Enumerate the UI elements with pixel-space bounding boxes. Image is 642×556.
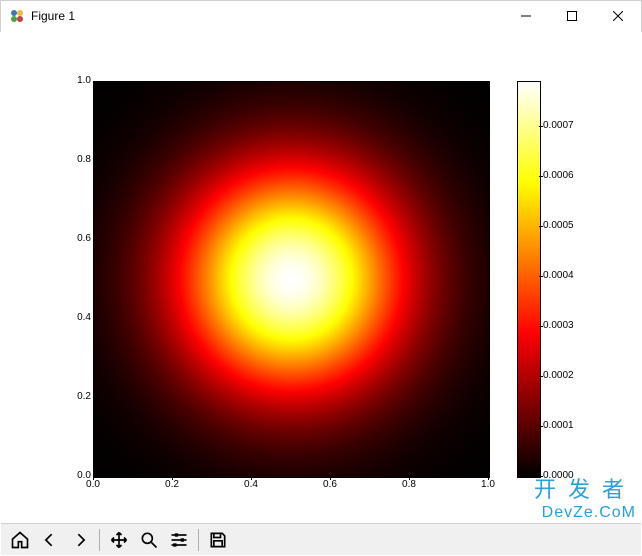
x-tick-label: 0.4 bbox=[231, 479, 271, 490]
toolbar-separator bbox=[99, 529, 100, 551]
colorbar-canvas bbox=[518, 82, 540, 477]
window-title: Figure 1 bbox=[31, 9, 75, 23]
colorbar-tick-label: 0.0004 bbox=[543, 270, 574, 281]
app-icon bbox=[9, 8, 25, 24]
close-button[interactable] bbox=[595, 1, 641, 31]
maximize-icon bbox=[567, 11, 577, 21]
pan-icon bbox=[109, 530, 129, 550]
forward-button[interactable] bbox=[65, 526, 95, 554]
window-buttons bbox=[503, 1, 641, 31]
x-tick-label: 1.0 bbox=[468, 479, 508, 490]
x-tick-label: 0.8 bbox=[389, 479, 429, 490]
close-icon bbox=[613, 11, 623, 21]
home-icon bbox=[10, 530, 30, 550]
y-tick-label: 0.6 bbox=[63, 233, 91, 244]
configure-button[interactable] bbox=[164, 526, 194, 554]
y-tick-label: 0.4 bbox=[63, 312, 91, 323]
minimize-button[interactable] bbox=[503, 1, 549, 31]
zoom-icon bbox=[139, 530, 159, 550]
save-icon bbox=[208, 530, 228, 550]
save-button[interactable] bbox=[203, 526, 233, 554]
figure-canvas: 0.00.20.40.60.81.0 0.00.20.40.60.81.0 0.… bbox=[1, 31, 641, 523]
forward-icon bbox=[70, 530, 90, 550]
sliders-icon bbox=[169, 530, 189, 550]
back-icon bbox=[40, 530, 60, 550]
maximize-button[interactable] bbox=[549, 1, 595, 31]
colorbar bbox=[517, 81, 541, 478]
heatmap-canvas bbox=[94, 82, 489, 477]
window-titlebar: Figure 1 bbox=[0, 0, 642, 32]
colorbar-tick-label: 0.0000 bbox=[543, 470, 574, 481]
y-tick-label: 0.0 bbox=[63, 470, 91, 481]
zoom-button[interactable] bbox=[134, 526, 164, 554]
colorbar-tick-label: 0.0006 bbox=[543, 170, 574, 181]
pan-button[interactable] bbox=[104, 526, 134, 554]
y-tick-label: 0.2 bbox=[63, 391, 91, 402]
nav-toolbar bbox=[1, 523, 641, 555]
back-button[interactable] bbox=[35, 526, 65, 554]
colorbar-tick-label: 0.0001 bbox=[543, 420, 574, 431]
minimize-icon bbox=[521, 11, 531, 21]
toolbar-separator bbox=[198, 529, 199, 551]
colorbar-tick-label: 0.0003 bbox=[543, 320, 574, 331]
colorbar-tick-label: 0.0007 bbox=[543, 120, 574, 131]
home-button[interactable] bbox=[5, 526, 35, 554]
heatmap-plot[interactable] bbox=[93, 81, 490, 478]
y-tick-label: 1.0 bbox=[63, 75, 91, 86]
colorbar-tick-label: 0.0002 bbox=[543, 370, 574, 381]
x-tick-label: 0.6 bbox=[310, 479, 350, 490]
y-tick-label: 0.8 bbox=[63, 154, 91, 165]
colorbar-tick-label: 0.0005 bbox=[543, 220, 574, 231]
x-tick-label: 0.2 bbox=[152, 479, 192, 490]
